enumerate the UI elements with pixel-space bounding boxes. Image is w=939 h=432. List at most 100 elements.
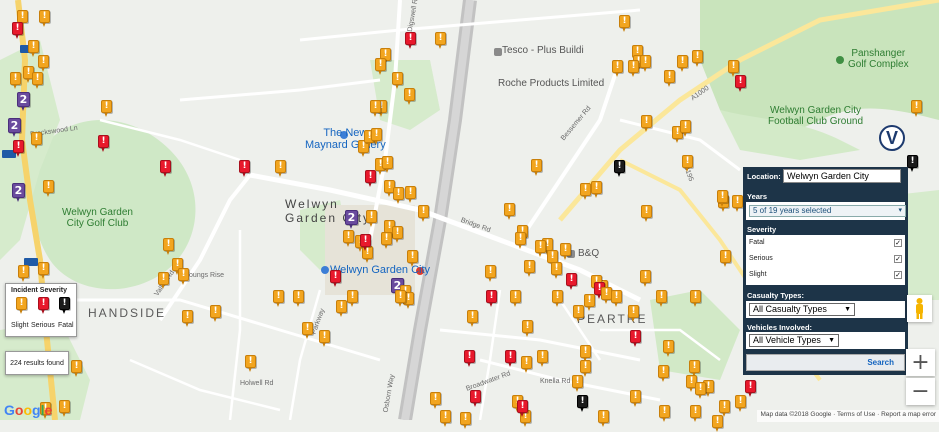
slight-marker[interactable]: ! — [430, 392, 441, 409]
slight-marker[interactable]: ! — [628, 60, 639, 77]
fatal-marker[interactable]: ! — [614, 160, 625, 177]
slight-marker[interactable]: ! — [521, 356, 532, 373]
slight-marker[interactable]: ! — [612, 60, 623, 77]
zoom-out-button[interactable]: − — [906, 378, 935, 405]
slight-marker[interactable]: ! — [273, 290, 284, 307]
slight-marker[interactable]: ! — [535, 240, 546, 257]
map-attribution[interactable]: Map data ©2018 Google · Terms of Use · R… — [757, 410, 939, 422]
slight-marker[interactable]: ! — [656, 290, 667, 307]
slight-checkbox[interactable]: ✓ — [894, 271, 902, 279]
slight-marker[interactable]: ! — [381, 232, 392, 249]
slight-marker[interactable]: ! — [182, 310, 193, 327]
slight-marker[interactable]: ! — [366, 210, 377, 227]
slight-marker[interactable]: ! — [695, 382, 706, 399]
serious-marker[interactable]: ! — [12, 22, 23, 39]
serious-marker[interactable]: ! — [464, 350, 475, 367]
slight-marker[interactable]: ! — [59, 400, 70, 417]
slight-marker[interactable]: ! — [735, 395, 746, 412]
slight-marker[interactable]: ! — [692, 50, 703, 67]
serious-marker[interactable]: ! — [470, 390, 481, 407]
slight-marker[interactable]: ! — [32, 72, 43, 89]
cluster-marker[interactable]: 2 — [345, 210, 358, 230]
slight-marker[interactable]: ! — [663, 340, 674, 357]
serious-marker[interactable]: ! — [745, 380, 756, 397]
slight-marker[interactable]: ! — [537, 350, 548, 367]
slight-marker[interactable]: ! — [659, 405, 670, 422]
slight-marker[interactable]: ! — [690, 405, 701, 422]
slight-marker[interactable]: ! — [640, 270, 651, 287]
fatal-checkbox[interactable]: ✓ — [894, 239, 902, 247]
slight-marker[interactable]: ! — [630, 390, 641, 407]
slight-marker[interactable]: ! — [440, 410, 451, 427]
slight-marker[interactable]: ! — [560, 243, 571, 260]
serious-checkbox[interactable]: ✓ — [894, 255, 902, 263]
serious-marker[interactable]: ! — [330, 270, 341, 287]
slight-marker[interactable]: ! — [720, 250, 731, 267]
slight-marker[interactable]: ! — [407, 250, 418, 267]
slight-marker[interactable]: ! — [395, 290, 406, 307]
years-select[interactable]: 5 of 19 years selected ▾ — [749, 205, 906, 217]
zoom-in-button[interactable]: + — [906, 349, 935, 376]
serious-marker[interactable]: ! — [566, 273, 577, 290]
slight-marker[interactable]: ! — [405, 186, 416, 203]
serious-marker[interactable]: ! — [360, 234, 371, 251]
cluster-marker[interactable]: 2 — [12, 183, 25, 203]
slight-marker[interactable]: ! — [370, 100, 381, 117]
slight-marker[interactable]: ! — [580, 183, 591, 200]
serious-marker[interactable]: ! — [239, 160, 250, 177]
slight-marker[interactable]: ! — [611, 290, 622, 307]
slight-marker[interactable]: ! — [467, 310, 478, 327]
slight-marker[interactable]: ! — [515, 232, 526, 249]
slight-marker[interactable]: ! — [343, 230, 354, 247]
slight-marker[interactable]: ! — [275, 160, 286, 177]
slight-marker[interactable]: ! — [375, 58, 386, 75]
slight-marker[interactable]: ! — [393, 187, 404, 204]
slight-marker[interactable]: ! — [584, 294, 595, 311]
slight-marker[interactable]: ! — [336, 300, 347, 317]
fatal-marker[interactable]: ! — [907, 155, 918, 172]
slight-marker[interactable]: ! — [572, 375, 583, 392]
slight-marker[interactable]: ! — [347, 290, 358, 307]
serious-marker[interactable]: ! — [160, 160, 171, 177]
slight-marker[interactable]: ! — [392, 226, 403, 243]
slight-marker[interactable]: ! — [371, 128, 382, 145]
slight-marker[interactable]: ! — [71, 360, 82, 377]
site-logo[interactable]: V — [879, 125, 905, 151]
slight-marker[interactable]: ! — [664, 70, 675, 87]
slight-marker[interactable]: ! — [641, 205, 652, 222]
slight-marker[interactable]: ! — [598, 410, 609, 427]
slight-marker[interactable]: ! — [293, 290, 304, 307]
slight-marker[interactable]: ! — [911, 100, 922, 117]
slight-marker[interactable]: ! — [435, 32, 446, 49]
slight-marker[interactable]: ! — [392, 72, 403, 89]
slight-marker[interactable]: ! — [640, 55, 651, 72]
slight-marker[interactable]: ! — [531, 159, 542, 176]
street-view-pegman-icon[interactable] — [907, 295, 932, 322]
cluster-marker[interactable]: 2 — [17, 92, 30, 112]
slight-marker[interactable]: ! — [43, 180, 54, 197]
slight-marker[interactable]: ! — [504, 203, 515, 220]
slight-marker[interactable]: ! — [591, 181, 602, 198]
slight-marker[interactable]: ! — [210, 305, 221, 322]
slight-marker[interactable]: ! — [302, 322, 313, 339]
slight-marker[interactable]: ! — [460, 412, 471, 429]
slight-marker[interactable]: ! — [158, 272, 169, 289]
serious-marker[interactable]: ! — [505, 350, 516, 367]
slight-marker[interactable]: ! — [485, 265, 496, 282]
slight-marker[interactable]: ! — [628, 305, 639, 322]
vehicles-select[interactable]: All Vehicle Types ▼ — [749, 334, 839, 347]
slight-marker[interactable]: ! — [10, 72, 21, 89]
serious-marker[interactable]: ! — [98, 135, 109, 152]
search-button[interactable]: Search — [746, 354, 905, 371]
slight-marker[interactable]: ! — [732, 195, 743, 212]
slight-marker[interactable]: ! — [18, 265, 29, 282]
slight-marker[interactable]: ! — [690, 290, 701, 307]
serious-marker[interactable]: ! — [735, 75, 746, 92]
serious-marker[interactable]: ! — [13, 140, 24, 157]
location-input[interactable] — [783, 169, 901, 183]
slight-marker[interactable]: ! — [551, 262, 562, 279]
slight-marker[interactable]: ! — [522, 320, 533, 337]
slight-marker[interactable]: ! — [178, 268, 189, 285]
slight-marker[interactable]: ! — [573, 305, 584, 322]
fatal-marker[interactable]: ! — [577, 395, 588, 412]
